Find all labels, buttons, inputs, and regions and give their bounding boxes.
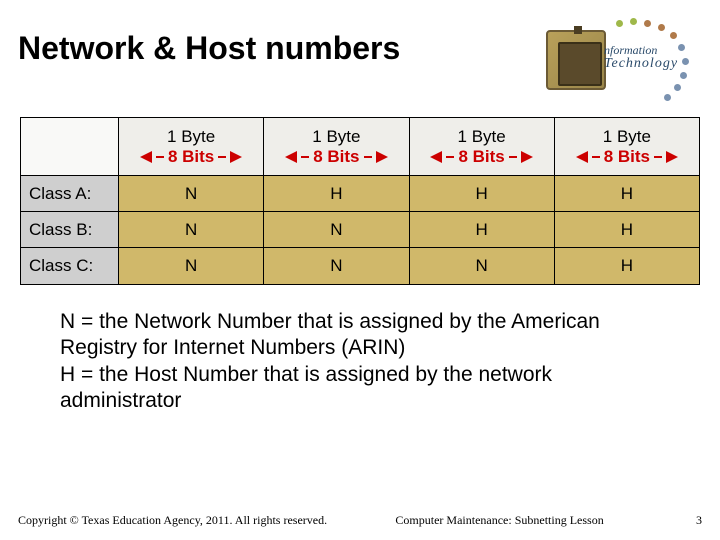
- logo-line2: Technology: [604, 57, 678, 72]
- byte-label: 1 Byte: [167, 127, 215, 147]
- arrow-right-icon: [230, 151, 242, 163]
- header-spacer: [21, 118, 119, 175]
- logo: nformation Technology: [546, 18, 696, 106]
- arrow-right-icon: [521, 151, 533, 163]
- arrow-left-icon: [140, 151, 152, 163]
- bits-arrow-row: 8 Bits: [140, 147, 242, 167]
- class-label: Class B:: [21, 212, 119, 247]
- bits-label: 8 Bits: [168, 147, 214, 167]
- header-col: 1 Byte8 Bits: [555, 118, 699, 175]
- copyright: Copyright © Texas Education Agency, 2011…: [18, 513, 327, 528]
- footer: Copyright © Texas Education Agency, 2011…: [0, 513, 720, 528]
- page-number: 3: [672, 513, 702, 528]
- decor-dot: [682, 58, 689, 65]
- nh-cell: N: [264, 248, 409, 284]
- chip-icon: [546, 30, 606, 90]
- decor-dot: [644, 20, 651, 27]
- class-label: Class A:: [21, 176, 119, 211]
- byte-label: 1 Byte: [603, 127, 651, 147]
- nh-cell: N: [119, 176, 264, 211]
- byte-label: 1 Byte: [312, 127, 360, 147]
- header-col: 1 Byte8 Bits: [264, 118, 409, 175]
- table-row: Class A:NHHH: [21, 176, 699, 212]
- class-label: Class C:: [21, 248, 119, 284]
- decor-dot: [670, 32, 677, 39]
- bits-label: 8 Bits: [313, 147, 359, 167]
- bits-label: 8 Bits: [458, 147, 504, 167]
- decor-dot: [664, 94, 671, 101]
- table-header-row: 1 Byte8 Bits1 Byte8 Bits1 Byte8 Bits1 By…: [21, 118, 699, 176]
- decor-dot: [674, 84, 681, 91]
- bits-label: 8 Bits: [604, 147, 650, 167]
- header-col: 1 Byte8 Bits: [119, 118, 264, 175]
- nh-cell: H: [555, 248, 699, 284]
- ip-class-table: 1 Byte8 Bits1 Byte8 Bits1 Byte8 Bits1 By…: [20, 117, 700, 285]
- bits-arrow-row: 8 Bits: [285, 147, 387, 167]
- nh-cell: H: [555, 176, 699, 211]
- nh-cell: H: [555, 212, 699, 247]
- nh-cell: N: [119, 212, 264, 247]
- table-row: Class B:NNHH: [21, 212, 699, 248]
- table-row: Class C:NNNH: [21, 248, 699, 284]
- arrow-left-icon: [285, 151, 297, 163]
- decor-dot: [616, 20, 623, 27]
- header-col: 1 Byte8 Bits: [410, 118, 555, 175]
- nh-cell: N: [264, 212, 409, 247]
- legend-h: H = the Host Number that is assigned by …: [60, 362, 660, 415]
- decor-dot: [680, 72, 687, 79]
- arrow-right-icon: [376, 151, 388, 163]
- arrow-right-icon: [666, 151, 678, 163]
- decor-dot: [658, 24, 665, 31]
- nh-cell: H: [264, 176, 409, 211]
- nh-cell: H: [410, 212, 555, 247]
- nh-cell: N: [119, 248, 264, 284]
- legend-n: N = the Network Number that is assigned …: [60, 309, 660, 362]
- decor-dot: [678, 44, 685, 51]
- bits-arrow-row: 8 Bits: [576, 147, 678, 167]
- logo-text: nformation Technology: [604, 44, 678, 71]
- byte-label: 1 Byte: [458, 127, 506, 147]
- decor-dot: [630, 18, 637, 25]
- nh-cell: H: [410, 176, 555, 211]
- arrow-left-icon: [576, 151, 588, 163]
- nh-cell: N: [410, 248, 555, 284]
- legend: N = the Network Number that is assigned …: [60, 309, 660, 414]
- logo-line1: nformation: [604, 44, 678, 57]
- lesson-name: Computer Maintenance: Subnetting Lesson: [395, 513, 603, 528]
- arrow-left-icon: [430, 151, 442, 163]
- bits-arrow-row: 8 Bits: [430, 147, 532, 167]
